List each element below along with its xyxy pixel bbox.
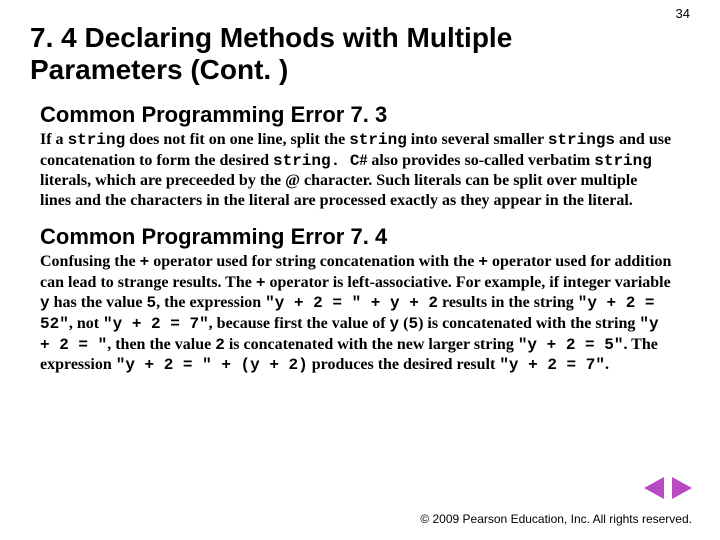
copyright: © 2009 Pearson Education, Inc. All right… bbox=[420, 512, 692, 526]
text: does not fit on one line, split the bbox=[125, 131, 349, 148]
code-5: 5 bbox=[147, 294, 157, 312]
page-number: 34 bbox=[676, 6, 690, 21]
code-plus: + bbox=[140, 253, 150, 271]
text: . bbox=[605, 356, 609, 373]
code-y: y bbox=[390, 315, 400, 333]
text: , because first the value of bbox=[209, 315, 390, 332]
code-string: string bbox=[349, 131, 407, 149]
prev-slide-icon[interactable] bbox=[644, 477, 664, 499]
code-string-c: string. C bbox=[273, 152, 359, 170]
code-string: string bbox=[594, 152, 652, 170]
code-string: string bbox=[68, 131, 126, 149]
text: , then the value bbox=[107, 336, 215, 353]
error-7-3-heading: Common Programming Error 7. 3 bbox=[40, 102, 680, 128]
next-slide-icon[interactable] bbox=[672, 477, 692, 499]
error-7-3-body: If a string does not fit on one line, sp… bbox=[40, 130, 672, 210]
code-5: 5 bbox=[408, 315, 418, 333]
text: Confusing the bbox=[40, 253, 140, 270]
text: , the expression bbox=[156, 294, 265, 311]
code-strings: strings bbox=[548, 131, 615, 149]
error-7-4-body: Confusing the + operator used for string… bbox=[40, 252, 672, 375]
code-y: y bbox=[40, 294, 50, 312]
text: operator used for string concatenation w… bbox=[149, 253, 478, 270]
nav-buttons bbox=[640, 477, 692, 504]
text: literals, which are preceeded by the @ c… bbox=[40, 172, 637, 209]
code-expr1: "y + 2 = " + y + 2 bbox=[265, 294, 438, 312]
text: If a bbox=[40, 131, 68, 148]
error-7-4-heading: Common Programming Error 7. 4 bbox=[40, 224, 680, 250]
text: , not bbox=[69, 315, 103, 332]
text: # also provides so-called verbatim bbox=[359, 152, 594, 169]
text: is concatenated with the new larger stri… bbox=[225, 336, 518, 353]
code-expr2: "y + 2 = " + (y + 2) bbox=[116, 356, 308, 374]
text: operator is left-associative. For exampl… bbox=[265, 274, 670, 291]
slide-title: 7. 4 Declaring Methods with Multiple Par… bbox=[30, 22, 590, 86]
text: into several smaller bbox=[407, 131, 548, 148]
code-7b: "y + 2 = 7" bbox=[499, 356, 605, 374]
text: produces the desired result bbox=[308, 356, 500, 373]
text: results in the string bbox=[438, 294, 578, 311]
code-7a: "y + 2 = 7" bbox=[103, 315, 209, 333]
code-2: 2 bbox=[215, 336, 225, 354]
code-y5: "y + 2 = 5" bbox=[518, 336, 624, 354]
text: has the value bbox=[50, 294, 147, 311]
text: ) is concatenated with the string bbox=[418, 315, 639, 332]
slide: 34 7. 4 Declaring Methods with Multiple … bbox=[0, 0, 720, 540]
code-plus: + bbox=[478, 253, 488, 271]
